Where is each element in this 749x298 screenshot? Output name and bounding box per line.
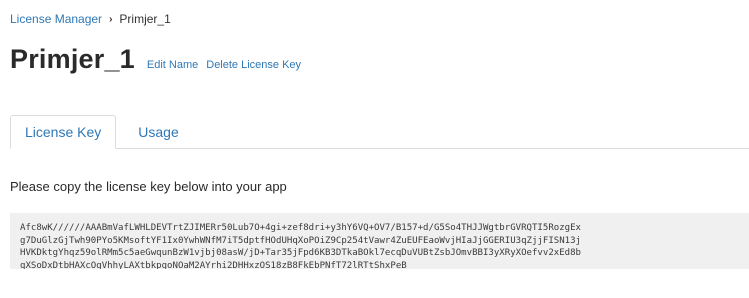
breadcrumb-license-manager-link[interactable]: License Manager [10,12,102,26]
breadcrumb: License Manager › Primjer_1 [10,12,171,26]
license-key-line: Afc8wK//////AAABmVafLWHLDEVTrtZJIMERr50L… [20,223,582,233]
title-row: Primjer_1 Edit Name Delete License Key [10,44,301,75]
license-key-instruction: Please copy the license key below into y… [10,179,287,194]
tab-usage[interactable]: Usage [124,115,192,148]
license-key-line: HVKDktgYhqz59olRMm5c5aeGwqunBzW1vjbj08as… [20,248,582,258]
license-key-line: g7DuGlzGjTwh90PYo5KMsoftYF1Ix0YwhWNfM7iT… [20,235,582,246]
breadcrumb-current: Primjer_1 [119,12,171,26]
license-detail-page: License Manager › Primjer_1 Primjer_1 Ed… [0,0,749,298]
delete-license-key-link[interactable]: Delete License Key [206,59,301,71]
page-title: Primjer_1 [10,44,135,74]
license-key-box[interactable]: Afc8wK//////AAABmVafLWHLDEVTrtZJIMERr50L… [10,213,749,269]
tab-license-key[interactable]: License Key [10,115,117,149]
license-key-line: qXSoDxDtbHAXcOgVhhyLAXtbkpgoNOaM2AYrhi2D… [20,260,407,270]
title-actions: Edit Name Delete License Key [147,59,301,71]
chevron-right-icon: › [109,13,113,25]
tab-bar: License Key Usage [10,114,749,149]
edit-name-link[interactable]: Edit Name [147,59,198,71]
